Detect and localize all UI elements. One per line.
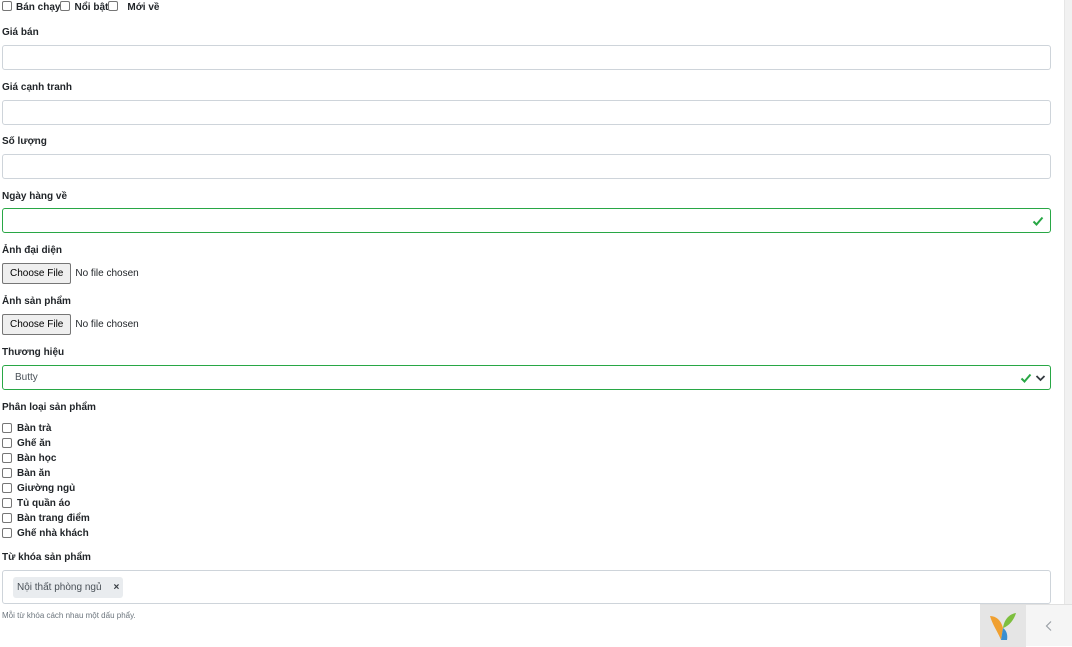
new-arrival-checkbox[interactable] bbox=[108, 1, 119, 12]
flag-new-arrival[interactable]: Mới về bbox=[108, 1, 159, 13]
arrival-date-label: Ngày hàng về bbox=[2, 191, 68, 202]
category-item[interactable]: Bàn ăn bbox=[2, 466, 90, 481]
keywords-label: Từ khóa sản phẩm bbox=[2, 552, 91, 563]
page-scrollbar[interactable] bbox=[1064, 0, 1072, 646]
keywords-hint: Mỗi từ khóa cách nhau một dấu phẩy. bbox=[2, 611, 136, 620]
chevron-left-shape bbox=[1045, 621, 1052, 631]
category-checkbox[interactable] bbox=[2, 467, 12, 478]
keyword-tag: Nội thất phòng ngủ × bbox=[13, 577, 124, 598]
best-seller-checkbox[interactable] bbox=[2, 1, 12, 12]
keyword-tag-text: Nội thất phòng ngủ bbox=[17, 582, 102, 593]
brand-selected-value: Butty bbox=[15, 372, 38, 383]
arrival-date-input[interactable] bbox=[2, 208, 1051, 233]
flag-featured[interactable]: Nổi bật bbox=[60, 1, 108, 13]
category-checkbox[interactable] bbox=[2, 452, 12, 463]
yii-logo-shape bbox=[990, 613, 1016, 640]
flag-best-seller[interactable]: Bán chạy bbox=[2, 1, 60, 13]
category-checkbox[interactable] bbox=[2, 527, 12, 538]
product-images-upload: Choose File No file chosen bbox=[2, 314, 139, 335]
product-images-file-status: No file chosen bbox=[75, 319, 139, 330]
category-item[interactable]: Tủ quần áo bbox=[2, 496, 90, 511]
flag-options: Bán chạy Nổi bật Mới về bbox=[2, 1, 159, 13]
product-images-label: Ảnh sản phẩm bbox=[2, 296, 71, 307]
debug-toolbar bbox=[980, 604, 1072, 647]
remove-tag-icon[interactable]: × bbox=[114, 582, 120, 593]
quantity-input[interactable] bbox=[2, 154, 1051, 179]
yii-logo-icon[interactable] bbox=[980, 605, 1026, 647]
category-item[interactable]: Giường ngủ bbox=[2, 481, 90, 496]
compare-price-label: Giá cạnh tranh bbox=[2, 82, 73, 93]
avatar-file-status: No file chosen bbox=[75, 268, 139, 279]
category-item[interactable]: Ghế nhà khách bbox=[2, 526, 90, 541]
sale-price-label: Giá bán bbox=[2, 27, 39, 38]
category-checkbox[interactable] bbox=[2, 422, 12, 433]
featured-checkbox[interactable] bbox=[60, 1, 71, 12]
category-item[interactable]: Bàn trà bbox=[2, 421, 90, 436]
sale-price-input[interactable] bbox=[2, 45, 1051, 70]
category-checkbox[interactable] bbox=[2, 482, 12, 493]
category-checkbox[interactable] bbox=[2, 497, 12, 508]
category-item[interactable]: Ghế ăn bbox=[2, 436, 90, 451]
compare-price-input[interactable] bbox=[2, 100, 1051, 125]
category-checkbox[interactable] bbox=[2, 437, 12, 448]
category-checkbox[interactable] bbox=[2, 512, 12, 523]
product-images-choose-file-button[interactable]: Choose File bbox=[2, 314, 72, 335]
check-icon bbox=[1032, 216, 1044, 226]
avatar-image-upload: Choose File No file chosen bbox=[2, 263, 139, 284]
chevron-down-icon bbox=[1035, 375, 1046, 382]
brand-label: Thương hiệu bbox=[2, 347, 65, 358]
avatar-image-label: Ảnh đại diện bbox=[2, 245, 62, 256]
category-item[interactable]: Bàn học bbox=[2, 451, 90, 466]
brand-select[interactable]: Butty bbox=[2, 365, 1051, 390]
category-checkbox-list: Bàn trà Ghế ăn Bàn học Bàn ăn Giường ngủ… bbox=[2, 421, 90, 541]
quantity-label: Số lượng bbox=[2, 136, 47, 147]
check-icon bbox=[1020, 373, 1032, 383]
category-item[interactable]: Bàn trang điểm bbox=[2, 511, 90, 526]
avatar-choose-file-button[interactable]: Choose File bbox=[2, 263, 72, 284]
chevron-left-icon[interactable] bbox=[1026, 605, 1072, 647]
categories-label: Phân loại sản phẩm bbox=[2, 402, 96, 413]
keywords-tag-input[interactable]: Nội thất phòng ngủ × bbox=[2, 570, 1051, 604]
